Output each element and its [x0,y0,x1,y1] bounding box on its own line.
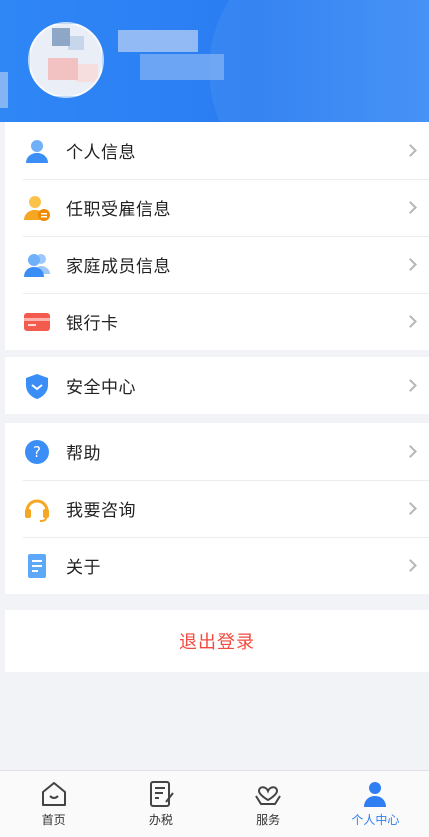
chevron-right-icon [404,257,417,271]
security-group: 安全中心 [5,357,429,414]
chevron-right-icon [404,501,417,515]
service-heart-icon [255,786,281,805]
logout-label: 退出登录 [179,632,255,653]
chevron-right-icon [404,200,417,214]
tab-profile[interactable]: 个人中心 [322,771,429,837]
personal-info-group: 个人信息 任职受雇信息 家庭成员信息 银行卡 [5,122,429,350]
menu-item-label: 我要咨询 [66,501,136,521]
header-blur-strip [0,72,8,108]
menu-item-label: 安全中心 [66,378,136,398]
menu-item-label: 个人信息 [66,143,136,163]
profile-header [0,0,429,122]
tab-label: 个人中心 [351,813,400,827]
menu-item-about[interactable]: 关于 [5,537,429,594]
bottom-tab-bar: 首页 办税 服务 个人中心 [0,770,429,837]
username-blurred [118,30,198,52]
headset-icon [24,496,50,522]
tab-tax[interactable]: 办税 [107,771,214,837]
tab-label: 服务 [256,813,281,827]
menu-item-label: 关于 [66,558,101,578]
tab-home[interactable]: 首页 [0,771,107,837]
help-icon: ? [24,439,50,465]
person-icon [24,138,50,164]
shield-icon [24,373,50,399]
chevron-right-icon [404,444,417,458]
home-icon [41,782,66,806]
tax-form-icon [149,781,174,807]
logout-button[interactable]: 退出登录 [5,610,429,672]
header-decoration [209,0,429,122]
tab-service[interactable]: 服务 [215,771,322,837]
menu-item-help[interactable]: ? 帮助 [5,423,429,480]
chevron-right-icon [404,143,417,157]
avatar[interactable] [28,22,104,98]
bank-card-icon [24,309,50,335]
chevron-right-icon [404,378,417,392]
tab-label: 办税 [148,813,173,827]
menu-item-personal-info[interactable]: 个人信息 [5,122,429,179]
menu-item-label: 家庭成员信息 [66,257,171,277]
tab-label: 首页 [41,813,66,827]
menu-item-employment-info[interactable]: 任职受雇信息 [5,179,429,236]
menu-item-security-center[interactable]: 安全中心 [5,357,429,414]
document-icon [24,553,50,579]
chevron-right-icon [404,558,417,572]
menu-item-label: 银行卡 [66,314,119,334]
menu-item-bank-card[interactable]: 银行卡 [5,293,429,350]
menu-item-label: 任职受雇信息 [66,200,171,220]
menu-item-label: 帮助 [66,444,101,464]
family-icon [24,252,50,278]
support-group: ? 帮助 我要咨询 关于 [5,423,429,594]
employment-icon [24,195,50,221]
menu-item-family-info[interactable]: 家庭成员信息 [5,236,429,293]
profile-icon [364,782,387,807]
chevron-right-icon [404,314,417,328]
account-info-blurred [140,54,224,80]
menu-item-consult[interactable]: 我要咨询 [5,480,429,537]
svg-text:?: ? [33,443,41,461]
